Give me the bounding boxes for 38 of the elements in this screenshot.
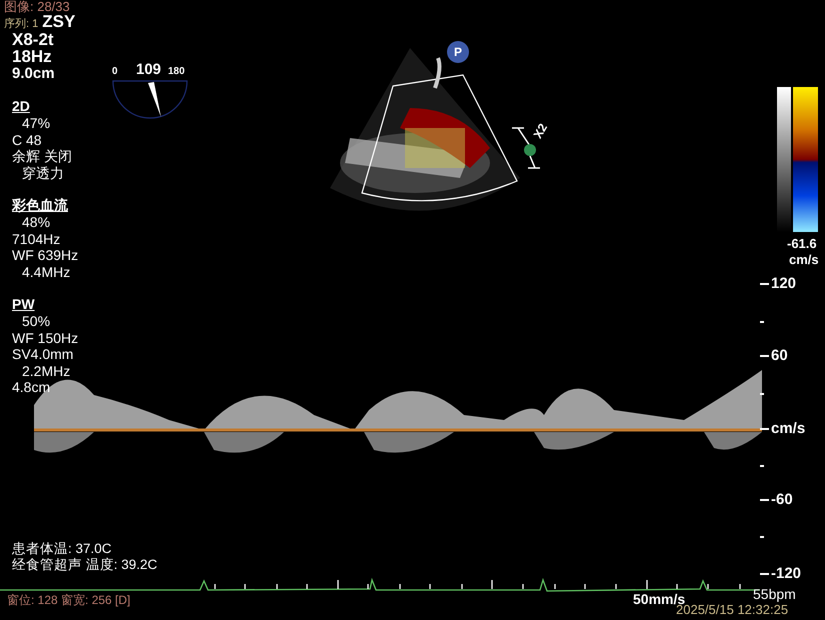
color-scale-unit: cm/s bbox=[789, 252, 819, 267]
mode-title: 2D bbox=[12, 98, 30, 115]
velocity-scale-label: 120 bbox=[771, 275, 796, 292]
angle-value: 109 bbox=[136, 61, 162, 78]
velocity-scale-label: -120 bbox=[771, 565, 802, 582]
temperature-label: 经食管超声 温度: 39.2C bbox=[12, 557, 158, 573]
preset-label: ZSY bbox=[42, 13, 76, 30]
temperature-label: 患者体温: 37.0C bbox=[12, 541, 113, 557]
mode-parameter: 4.4MHz bbox=[21, 264, 72, 280]
velocity-scale-label: 60 bbox=[771, 347, 788, 364]
mode-parameter: WF 639Hz bbox=[12, 247, 78, 264]
window-level-label: 窗位: 128 窗宽: 256 [D] bbox=[5, 592, 132, 609]
mode-parameter: 7104Hz bbox=[12, 230, 62, 247]
heart-rate-label: 55bpm bbox=[753, 586, 796, 602]
mode-parameter: WF 150Hz bbox=[12, 330, 78, 346]
mode-parameter: 48% bbox=[21, 214, 52, 230]
dial-max-label: 180 bbox=[168, 66, 185, 77]
mode-parameter: SV4.0mm bbox=[12, 346, 74, 362]
probe-badge: P bbox=[447, 41, 469, 63]
mode-parameter: 穿透力 bbox=[21, 164, 65, 181]
mode-title: 彩色血流 bbox=[12, 197, 68, 214]
color-scale-min: -61.6 bbox=[787, 236, 817, 251]
probe-model: X8-2t bbox=[11, 31, 55, 48]
mode-parameter: 2.2MHz bbox=[21, 362, 72, 379]
mode-parameter: 50% bbox=[21, 313, 52, 330]
mode-parameter: C 48 bbox=[12, 132, 43, 148]
mode-title: PW bbox=[12, 296, 35, 313]
frame-rate: 18Hz bbox=[11, 48, 53, 65]
series-label: 序列: 1 bbox=[4, 16, 38, 31]
velocity-scale-label: -60 bbox=[771, 491, 793, 508]
mode-parameter: 余辉 关闭 bbox=[12, 148, 73, 164]
dial-min-label: 0 bbox=[112, 66, 118, 77]
zoom-label: X2 bbox=[530, 121, 550, 141]
velocity-scale-label: cm/s bbox=[771, 420, 806, 437]
depth-label: 9.0cm bbox=[11, 65, 56, 82]
image-counter: 图像: 28/33 bbox=[3, 0, 71, 13]
mode-parameter: 47% bbox=[21, 115, 52, 132]
mode-parameter: 4.8cm bbox=[12, 379, 52, 396]
